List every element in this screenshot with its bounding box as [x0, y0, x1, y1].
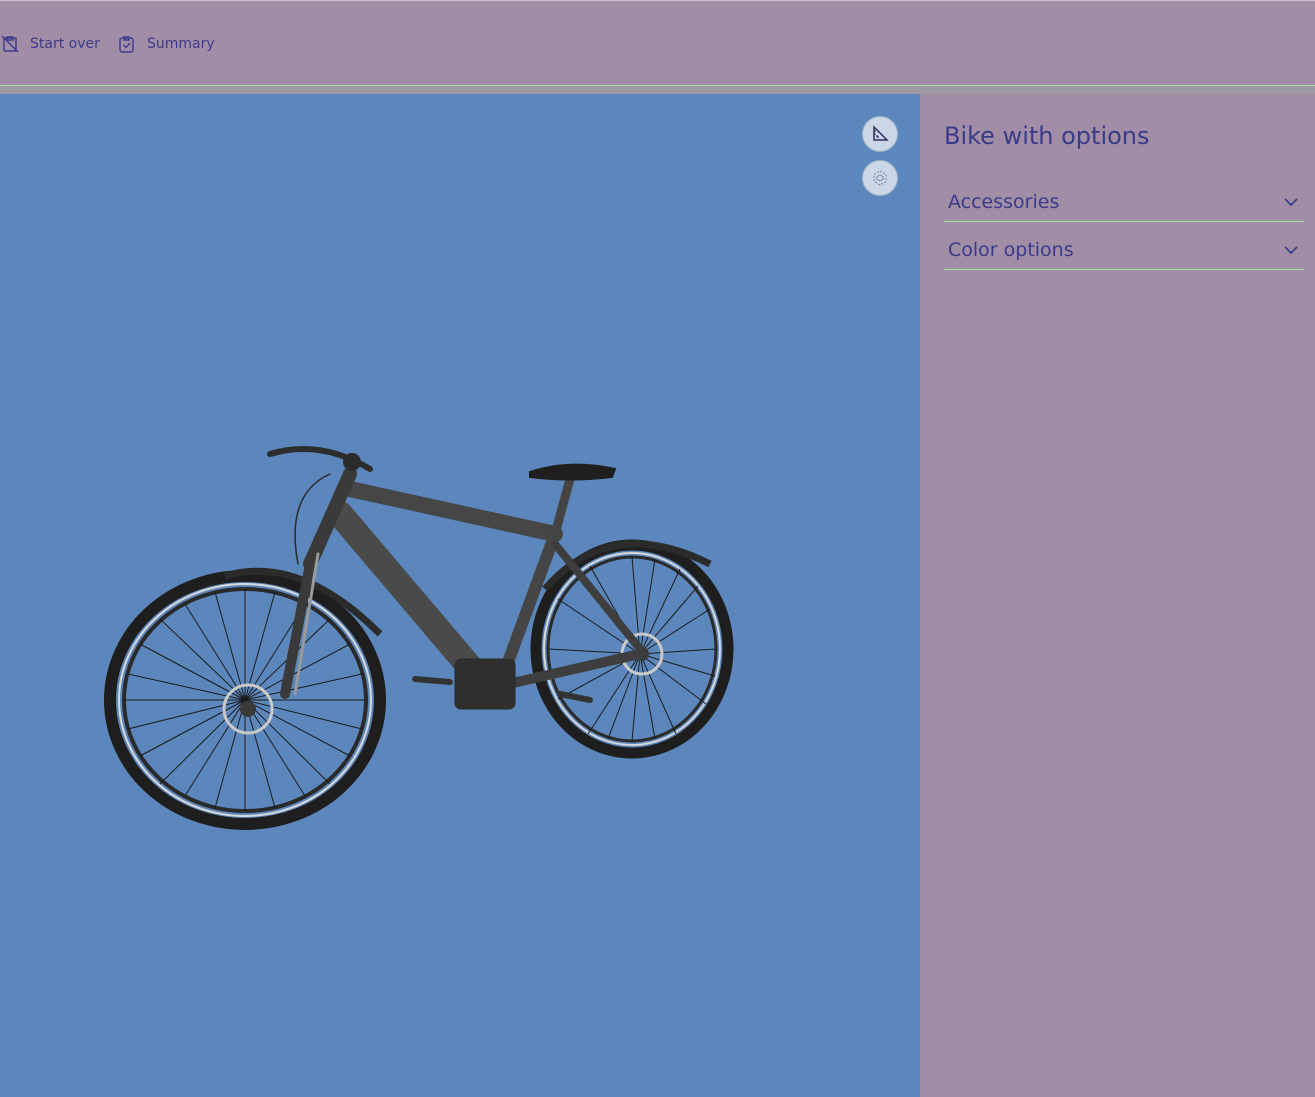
accordion-color-options[interactable]: Color options: [944, 230, 1304, 270]
chevron-down-icon: [1284, 245, 1298, 254]
chevron-down-icon: [1284, 197, 1298, 206]
rear-wheel: [530, 539, 734, 759]
toolbar-divider-strip: [0, 86, 1315, 94]
summary-label: Summary: [147, 36, 215, 52]
accordion-label: Color options: [948, 238, 1074, 261]
start-over-button[interactable]: Start over: [0, 33, 100, 55]
start-over-icon: [1, 35, 19, 53]
3d-viewer[interactable]: [0, 94, 920, 1097]
bike-frame: [267, 446, 645, 710]
bike-3d-model: [104, 446, 734, 830]
panel-title: Bike with options: [944, 122, 1150, 150]
top-toolbar: Start over Summary: [0, 0, 1315, 86]
clipboard-check-icon: [119, 36, 134, 53]
options-panel: Bike with options Accessories Color opti…: [920, 94, 1315, 1097]
accordion-label: Accessories: [948, 190, 1060, 213]
summary-button[interactable]: Summary: [117, 33, 215, 55]
front-wheel: [104, 567, 386, 830]
accordion-accessories[interactable]: Accessories: [944, 182, 1304, 222]
start-over-label: Start over: [30, 36, 100, 52]
